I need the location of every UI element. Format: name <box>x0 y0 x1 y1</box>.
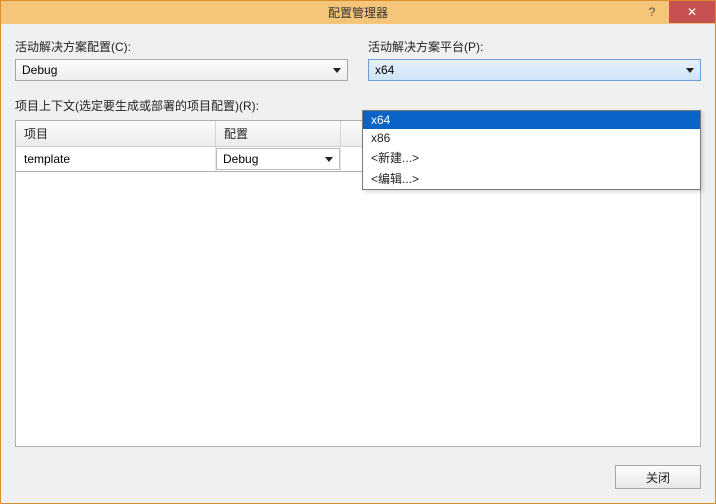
active-config-label: 活动解决方案配置(C): <box>15 38 348 55</box>
table-empty-area <box>15 172 701 447</box>
dropdown-item[interactable]: x86 <box>363 129 700 147</box>
row-config-value: Debug <box>223 152 258 166</box>
active-config-col: 活动解决方案配置(C): Debug <box>15 38 348 81</box>
dropdown-item[interactable]: <新建...> <box>363 147 700 168</box>
active-platform-col: 活动解决方案平台(P): x64 <box>368 38 701 81</box>
top-row: 活动解决方案配置(C): Debug 活动解决方案平台(P): x64 <box>15 38 701 81</box>
row-config-select[interactable]: Debug <box>216 148 340 170</box>
cell-config: Debug <box>216 147 341 171</box>
platform-dropdown-popup: x64 x86 <新建...> <编辑...> <box>362 110 701 190</box>
titlebar: 配置管理器 ? ✕ <box>1 1 715 24</box>
dropdown-item[interactable]: <编辑...> <box>363 168 700 189</box>
active-config-value: Debug <box>22 63 57 77</box>
close-icon: ✕ <box>687 5 697 19</box>
close-button-label: 关闭 <box>646 469 670 486</box>
header-config[interactable]: 配置 <box>216 121 341 146</box>
cell-project[interactable]: template <box>16 147 216 171</box>
close-button[interactable]: 关闭 <box>615 465 701 489</box>
help-button[interactable]: ? <box>635 1 669 23</box>
active-config-select[interactable]: Debug <box>15 59 348 81</box>
active-platform-select[interactable]: x64 <box>368 59 701 81</box>
chevron-down-icon <box>333 68 341 73</box>
active-platform-value: x64 <box>375 63 394 77</box>
chevron-down-icon <box>686 68 694 73</box>
header-project[interactable]: 项目 <box>16 121 216 146</box>
active-platform-label: 活动解决方案平台(P): <box>368 38 701 55</box>
close-window-button[interactable]: ✕ <box>669 1 715 23</box>
content-area: 活动解决方案配置(C): Debug 活动解决方案平台(P): x64 项目上下… <box>1 24 715 455</box>
dropdown-item[interactable]: x64 <box>363 111 700 129</box>
config-manager-dialog: 配置管理器 ? ✕ 活动解决方案配置(C): Debug 活动解决方案平台(P)… <box>0 0 716 504</box>
titlebar-controls: ? ✕ <box>635 1 715 24</box>
window-title: 配置管理器 <box>1 4 715 21</box>
footer: 关闭 <box>1 455 715 503</box>
help-icon: ? <box>649 5 656 19</box>
chevron-down-icon <box>325 157 333 162</box>
